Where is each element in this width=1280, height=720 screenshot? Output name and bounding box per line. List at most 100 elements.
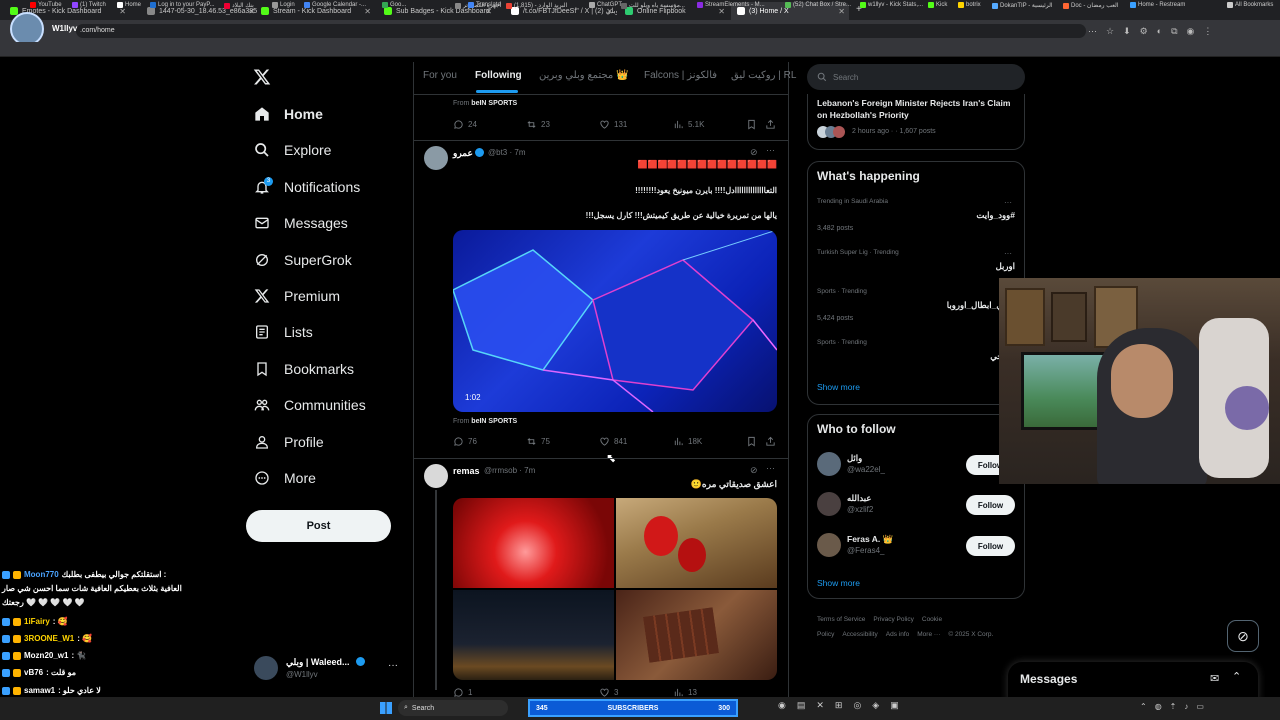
- search-input[interactable]: Search: [807, 64, 1025, 90]
- bookmark-item[interactable]: (1) Twitch: [72, 2, 106, 8]
- nav-item-bookmarks[interactable]: Bookmarks: [254, 361, 354, 377]
- follow-avatar[interactable]: [817, 492, 841, 516]
- footer-link[interactable]: Ads info: [886, 631, 910, 638]
- chat-username[interactable]: samaw1: [24, 686, 55, 695]
- url-input[interactable]: .com/home: [76, 24, 1086, 38]
- bookmark-item[interactable]: DokanTIP - الرئيسية: [992, 2, 1053, 9]
- bookmark-item[interactable]: مؤسسة ياه ويلو للت...: [621, 2, 685, 9]
- tweet-photo[interactable]: [453, 590, 614, 680]
- chat-username[interactable]: vB76: [24, 668, 43, 677]
- account-menu-icon[interactable]: ···: [388, 660, 398, 671]
- share-icon[interactable]: [765, 436, 776, 447]
- bookmark-tweet-icon[interactable]: [746, 119, 757, 130]
- nav-item-home[interactable]: Home: [254, 106, 323, 122]
- bookmark-item[interactable]: StreamElements - M...: [697, 2, 765, 8]
- feed-tab[interactable]: Falcons | فالكونز: [644, 70, 717, 81]
- footer-link[interactable]: Terms of Service: [817, 616, 865, 623]
- footer-link[interactable]: © 2025 X Corp.: [948, 631, 993, 638]
- tweet-author-name[interactable]: عمرو: [453, 148, 473, 159]
- trend-name[interactable]: #وود_وايت: [976, 210, 1015, 221]
- chat-username[interactable]: Moon770: [24, 570, 59, 579]
- tweet-more-icon[interactable]: ···: [766, 463, 775, 473]
- follow-button[interactable]: Follow: [966, 495, 1015, 515]
- new-message-icon[interactable]: ✉: [1210, 672, 1219, 685]
- news-headline[interactable]: Lebanon's Foreign Minister Rejects Iran'…: [817, 97, 1017, 121]
- bookmark-item[interactable]: YouTube: [30, 2, 62, 8]
- trend-name[interactable]: اوربل: [996, 261, 1015, 272]
- nav-item-explore[interactable]: Explore: [254, 142, 331, 158]
- x-logo-icon[interactable]: [253, 68, 271, 89]
- bookmark-item[interactable]: Translate: [468, 2, 501, 8]
- feed-tab[interactable]: روكيت ليق | RL: [731, 70, 796, 81]
- follow-avatar[interactable]: [817, 452, 841, 476]
- trend-more-icon[interactable]: ···: [1004, 198, 1012, 207]
- windows-start-icon[interactable]: [380, 702, 392, 714]
- bookmark-item[interactable]: Log in to your PayP...: [150, 2, 215, 8]
- chat-username[interactable]: 3ROONE_W1: [24, 634, 74, 643]
- reply-button[interactable]: 24: [453, 119, 477, 130]
- bookmark-item[interactable]: بنك البلاد: [224, 2, 254, 9]
- feed-tab[interactable]: Following: [475, 70, 522, 81]
- taskbar-search[interactable]: ⌕ Search: [398, 700, 508, 716]
- post-button[interactable]: Post: [246, 510, 391, 542]
- nav-item-more[interactable]: More: [254, 470, 316, 486]
- bookmark-item[interactable]: Goo...: [382, 2, 406, 8]
- tweet-photo[interactable]: [616, 498, 777, 588]
- tweet-photo[interactable]: [453, 498, 614, 588]
- tweet-photo-grid[interactable]: [453, 498, 777, 680]
- bookmark-item[interactable]: البريد الوارد - (1,815): [506, 2, 567, 9]
- follow-name[interactable]: Feras A. 👑: [847, 534, 893, 545]
- follow-avatar[interactable]: [817, 533, 841, 557]
- follow-button[interactable]: Follow: [966, 536, 1015, 556]
- feed-tab[interactable]: مجتمع وبلي وبرين 👑: [539, 70, 629, 81]
- grok-float-button[interactable]: ⊘: [1227, 620, 1259, 652]
- bookmark-item[interactable]: Home - Restream: [1130, 2, 1185, 8]
- tweet-photo[interactable]: [616, 590, 777, 680]
- reply-button[interactable]: 76: [453, 436, 477, 447]
- bookmark-item[interactable]: Doc - العب رمضان: [1063, 2, 1119, 9]
- bookmark-item[interactable]: Google Calendar -...: [304, 2, 366, 8]
- tweet-more-icon[interactable]: ···: [766, 145, 775, 155]
- like-button[interactable]: 841: [599, 436, 627, 447]
- bookmark-item[interactable]: (52) Chat Box / Stre...: [785, 2, 851, 8]
- bookmark-item[interactable]: Login: [272, 2, 295, 8]
- grok-icon[interactable]: ⊘: [750, 147, 758, 158]
- bookmark-item[interactable]: All Bookmarks: [1227, 2, 1273, 8]
- repost-button[interactable]: 75: [526, 436, 550, 447]
- nav-item-messages[interactable]: Messages: [254, 215, 348, 231]
- follow-name[interactable]: عبدالله: [847, 493, 871, 504]
- tweet-video[interactable]: 1:02: [453, 230, 777, 412]
- account-avatar[interactable]: [254, 656, 278, 680]
- tweet-author-name[interactable]: remas: [453, 466, 480, 476]
- bookmark-item[interactable]: botrix: [958, 2, 981, 8]
- nav-item-supergrok[interactable]: SuperGrok: [254, 252, 352, 268]
- collapse-icon[interactable]: ⌃: [1232, 670, 1241, 683]
- views-stat[interactable]: 18K: [673, 436, 702, 447]
- follow-name[interactable]: وائل: [847, 453, 862, 464]
- account-name[interactable]: وبلي | Waleed...: [286, 657, 350, 668]
- tweet-author-avatar[interactable]: [424, 146, 448, 170]
- chat-username[interactable]: 1iFairy: [24, 617, 50, 626]
- nav-item-profile[interactable]: Profile: [254, 434, 324, 450]
- tweet-author-avatar[interactable]: [424, 464, 448, 488]
- bookmark-item[interactable]: Home: [117, 2, 141, 8]
- nav-item-communities[interactable]: Communities: [254, 397, 366, 413]
- like-button[interactable]: 131: [599, 119, 627, 130]
- nav-item-lists[interactable]: Lists: [254, 324, 313, 340]
- share-icon[interactable]: [765, 119, 776, 130]
- messages-drawer[interactable]: Messages ✉ ⌃: [1008, 662, 1258, 702]
- repost-button[interactable]: 23: [526, 119, 550, 130]
- footer-link[interactable]: More ···: [917, 631, 940, 638]
- profile-avatar[interactable]: [10, 12, 44, 46]
- taskbar-app-icons[interactable]: ◉▤✕⊞◎◈▣: [778, 700, 910, 711]
- bookmark-tweet-icon[interactable]: [746, 436, 757, 447]
- footer-link[interactable]: Accessibility: [842, 631, 877, 638]
- nav-item-premium[interactable]: Premium: [254, 288, 340, 304]
- bookmark-item[interactable]: ChatGPT: [589, 2, 622, 8]
- trend-more-icon[interactable]: ···: [1004, 249, 1012, 258]
- feed-tab[interactable]: For you: [423, 70, 457, 81]
- show-more-trends[interactable]: Show more: [817, 382, 860, 392]
- footer-link[interactable]: Privacy Policy: [873, 616, 913, 623]
- grok-icon[interactable]: ⊘: [750, 465, 758, 476]
- bookmark-item[interactable]: Kick: [928, 2, 947, 8]
